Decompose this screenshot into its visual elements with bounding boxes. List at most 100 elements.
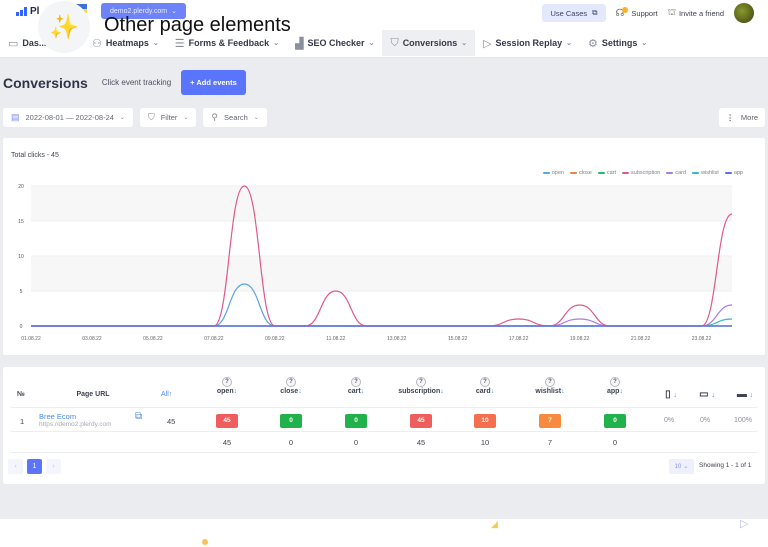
date-range-picker[interactable]: ▤ 2022-08-01 — 2022-08-24 ⌄ bbox=[3, 108, 133, 127]
y-tick-label: 20 bbox=[18, 184, 24, 190]
chevron-down-icon: ⌄ bbox=[119, 115, 125, 121]
chevron-down-icon: ⌄ bbox=[683, 464, 689, 470]
event-count-wishlist: 7 bbox=[539, 414, 561, 428]
column-header-wishlist[interactable]: ? wishlist↓ bbox=[520, 377, 580, 395]
grid-band bbox=[31, 186, 732, 221]
column-header-app[interactable]: ? app↓ bbox=[585, 377, 645, 395]
main-nav: ▭ Das... ⚇ Heatmaps ⌄ ☰ Forms & Feedback ⌄ ▟ SEO … bbox=[0, 30, 655, 56]
event-count-close: 0 bbox=[280, 414, 302, 428]
page-link: Bree Ecom https://demo2.plerdy.com bbox=[39, 412, 112, 428]
event-count-app: 0 bbox=[604, 414, 626, 428]
series-line-wishlist bbox=[31, 318, 733, 327]
prev-page-button[interactable]: ‹ bbox=[8, 459, 23, 474]
chevron-down-icon: ⌄ bbox=[183, 115, 189, 121]
more-button[interactable]: ⋮ More bbox=[719, 108, 765, 127]
chevron-down-icon: ⌄ bbox=[253, 115, 259, 121]
plerdy-logo[interactable]: Pl bbox=[16, 6, 39, 17]
device-share-mobile: 0% bbox=[663, 417, 675, 424]
column-header-cart[interactable]: ? cart↓ bbox=[326, 377, 386, 395]
count-badge: 10 bbox=[474, 414, 496, 428]
nav-label: Settings bbox=[601, 38, 638, 48]
count-badge: 45 bbox=[216, 414, 238, 428]
total-cart: 0 bbox=[353, 438, 359, 447]
nav-item-session-replay[interactable]: ▷ Session Replay ⌄ bbox=[475, 30, 580, 56]
logo-bars-icon bbox=[16, 7, 27, 16]
page-subtitle: Click event tracking bbox=[101, 78, 172, 87]
search-label: Search bbox=[224, 113, 248, 122]
calendar-icon: ▤ bbox=[11, 112, 20, 122]
total-card: 10 bbox=[480, 438, 490, 447]
column-header-card[interactable]: ? card↓ bbox=[455, 377, 515, 395]
use-cases-button[interactable]: Use Cases ⧉ bbox=[542, 4, 606, 22]
all-label: All bbox=[161, 391, 169, 398]
column-header-mobile[interactable]: ▯ ↓ bbox=[659, 389, 683, 400]
device-share-tablet: 0% bbox=[699, 417, 711, 424]
monitor-icon: ▭ bbox=[8, 37, 19, 50]
total-app: 0 bbox=[612, 438, 618, 447]
next-page-button[interactable]: › bbox=[46, 459, 61, 474]
event-label: open bbox=[216, 388, 234, 395]
total-subscription: 45 bbox=[416, 438, 426, 447]
external-link-icon[interactable]: ⧉ bbox=[135, 411, 142, 422]
invite-friend-link[interactable]: ⛫ Invite a friend bbox=[668, 7, 724, 19]
all-count: 45 bbox=[167, 417, 176, 426]
gear-icon: ⚙ bbox=[587, 37, 598, 50]
help-icon[interactable]: ? bbox=[480, 377, 490, 387]
row-number: 1 bbox=[20, 417, 25, 426]
column-header-subscription[interactable]: ? subscription↓ bbox=[391, 377, 451, 395]
count-badge: 0 bbox=[604, 414, 626, 428]
conversions-table: № Page URL All↑? open↓? close↓? cart↓? subscri… bbox=[3, 367, 765, 484]
nav-item-conversions[interactable]: ⛉ Conversions ⌄ bbox=[382, 30, 476, 56]
support-link[interactable]: ☊ Support bbox=[616, 7, 658, 19]
help-icon[interactable]: ? bbox=[222, 377, 232, 387]
page-url: https://demo2.plerdy.com bbox=[39, 421, 112, 428]
page-title-link[interactable]: Bree Ecom bbox=[39, 412, 112, 421]
help-icon[interactable]: ? bbox=[545, 377, 555, 387]
x-tick-label: 03.08.22 bbox=[82, 336, 102, 342]
mobile-icon: ▯ bbox=[665, 389, 671, 400]
per-page-select[interactable]: 10 ⌄ bbox=[669, 459, 694, 474]
event-label: app bbox=[607, 388, 620, 395]
device-share-desktop: 100% bbox=[734, 417, 752, 424]
nav-label: SEO Checker bbox=[307, 38, 365, 48]
page-1-button[interactable]: 1 bbox=[27, 459, 42, 474]
filter-label: Filter bbox=[160, 113, 178, 122]
help-icon[interactable]: ? bbox=[351, 377, 361, 387]
add-events-button[interactable]: + Add events bbox=[181, 70, 246, 95]
x-tick-label: 09.08.22 bbox=[265, 336, 285, 342]
column-header-close[interactable]: ? close↓ bbox=[261, 377, 321, 395]
event-label: cart bbox=[347, 388, 361, 395]
x-tick-label: 17.08.22 bbox=[509, 336, 529, 342]
y-tick-label: 0 bbox=[20, 324, 23, 330]
x-tick-label: 15.08.22 bbox=[448, 336, 468, 342]
x-tick-label: 23.08.22 bbox=[692, 336, 712, 342]
sort-down-icon: ↓ bbox=[440, 388, 444, 395]
column-header-desktop[interactable]: ▬ ↓ bbox=[733, 389, 757, 400]
funnel-icon: ⛉ bbox=[147, 112, 155, 122]
column-header-open[interactable]: ? open↓ bbox=[197, 377, 257, 395]
sort-up-icon: ↑ bbox=[168, 391, 173, 398]
page-heading: Conversions Click event tracking + Add e… bbox=[3, 70, 246, 95]
more-label: More bbox=[740, 113, 758, 122]
nav-item-settings[interactable]: ⚙ Settings ⌄ bbox=[580, 30, 655, 56]
sort-down-icon: ↓ bbox=[561, 388, 565, 395]
search-button[interactable]: ⚲ Search ⌄ bbox=[203, 108, 267, 127]
sort-down-icon: ↓ bbox=[673, 392, 677, 399]
help-icon[interactable]: ? bbox=[286, 377, 296, 387]
chevron-down-icon: ⌄ bbox=[461, 40, 468, 47]
user-avatar[interactable] bbox=[734, 3, 754, 23]
chevron-down-icon: ⌄ bbox=[368, 40, 375, 47]
x-tick-label: 07.08.22 bbox=[204, 336, 224, 342]
count-badge: 7 bbox=[539, 414, 561, 428]
filter-button[interactable]: ⛉ Filter ⌄ bbox=[139, 108, 197, 127]
use-cases-label: Use Cases bbox=[550, 8, 588, 18]
footer-area bbox=[0, 519, 768, 547]
help-icon[interactable]: ? bbox=[610, 377, 620, 387]
sparkle-icon: ✨ bbox=[38, 1, 90, 53]
column-header-all[interactable]: All↑ bbox=[161, 391, 172, 398]
column-header-tablet[interactable]: ▭ ↓ bbox=[695, 389, 719, 400]
heatmap-icon: ⚇ bbox=[92, 37, 102, 50]
help-icon[interactable]: ? bbox=[416, 377, 426, 387]
filter-bar: ▤ 2022-08-01 — 2022-08-24 ⌄ ⛉ Filter ⌄ ⚲… bbox=[3, 108, 267, 127]
nav-item-seo-checker[interactable]: ▟ SEO Checker ⌄ bbox=[287, 30, 382, 56]
